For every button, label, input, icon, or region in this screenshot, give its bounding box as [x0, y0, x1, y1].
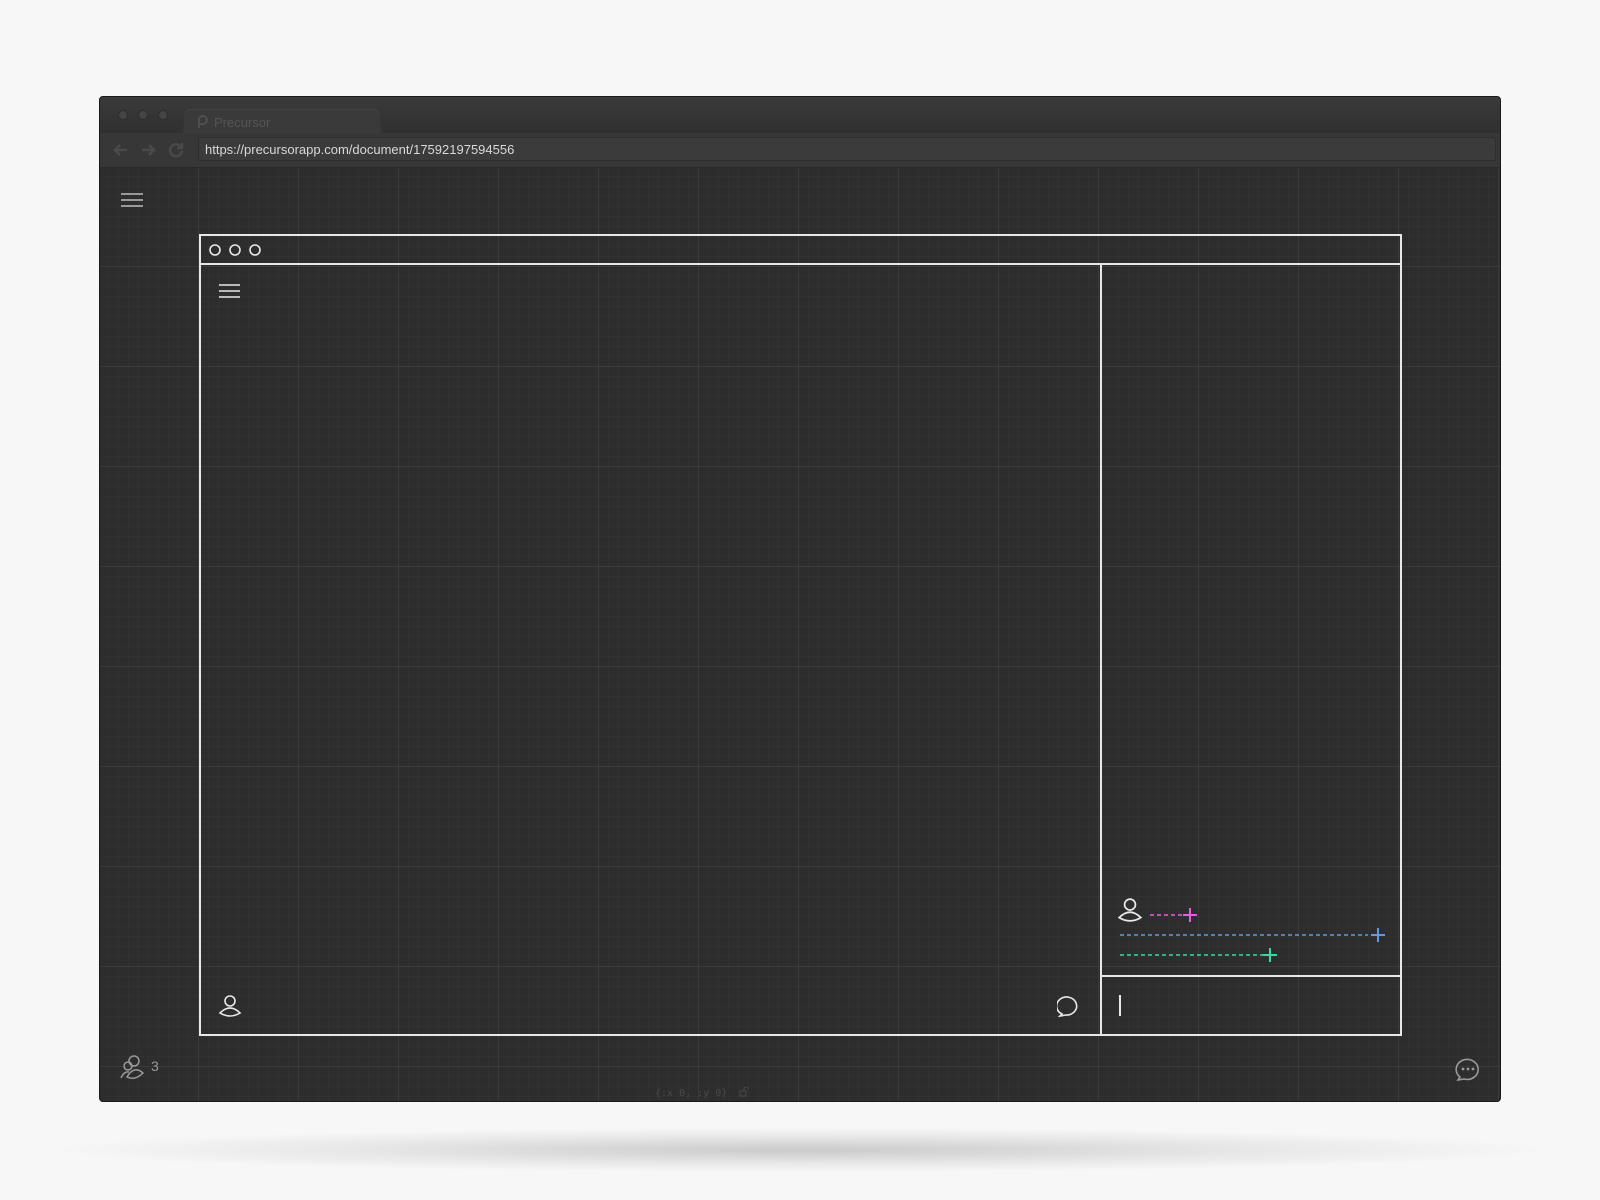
collaborator-cursor-pink: [1150, 908, 1197, 922]
minimize-window-button[interactable]: [138, 110, 148, 120]
app-menu-hamburger-icon[interactable]: [121, 192, 143, 208]
browser-shadow: [60, 1128, 1540, 1172]
mockup-right-border: [1400, 234, 1402, 1036]
window-dot-circle-icon: [249, 244, 261, 256]
unlock-icon[interactable]: [739, 1086, 749, 1097]
window-dot-circle-icon: [209, 244, 221, 256]
collaborator-cursor-blue: [1120, 928, 1385, 942]
mockup-top-border: [199, 234, 1402, 236]
coordinates-readout: {:x 0, :y 0}: [655, 1086, 855, 1099]
coordinates-text: {:x 0, :y 0}: [655, 1088, 728, 1099]
mockup-bottom-border: [199, 1034, 1402, 1036]
forward-arrow-icon[interactable]: [139, 141, 157, 159]
browser-toolbar: https://precursorapp.com/document/175921…: [100, 133, 1500, 168]
mockup-speech-bubble-icon: [1057, 996, 1078, 1018]
mockup-chat-input-divider: [1100, 975, 1402, 977]
mockup-text-cursor: [1119, 995, 1121, 1016]
browser-titlebar: Precursor: [100, 97, 1500, 134]
browser-tab-content: Precursor: [196, 111, 270, 133]
maximize-window-button[interactable]: [158, 110, 168, 120]
mockup-sidebar-divider: [1100, 264, 1102, 1036]
mockup-hamburger-icon: [219, 284, 240, 298]
collaborator-cursor-green: [1120, 948, 1277, 962]
mockup-header-divider: [199, 263, 1402, 265]
close-window-button[interactable]: [118, 110, 128, 120]
mockup-user-icon: [218, 995, 242, 1017]
collaborators-users-icon[interactable]: [120, 1054, 146, 1080]
mockup-window-dots: [209, 244, 261, 256]
window-dot-circle-icon: [229, 244, 241, 256]
address-bar[interactable]: https://precursorapp.com/document/175921…: [198, 137, 1496, 161]
tab-title: Precursor: [214, 114, 271, 130]
collaborator-cursors: [1120, 908, 1385, 962]
collaborators-count: 3: [151, 1058, 159, 1074]
back-arrow-icon[interactable]: [112, 141, 130, 159]
precursor-logo-icon: [198, 115, 208, 128]
mockup-left-border: [199, 234, 201, 1036]
chat-bubble-icon[interactable]: [1455, 1056, 1481, 1082]
reload-icon[interactable]: [167, 141, 185, 159]
